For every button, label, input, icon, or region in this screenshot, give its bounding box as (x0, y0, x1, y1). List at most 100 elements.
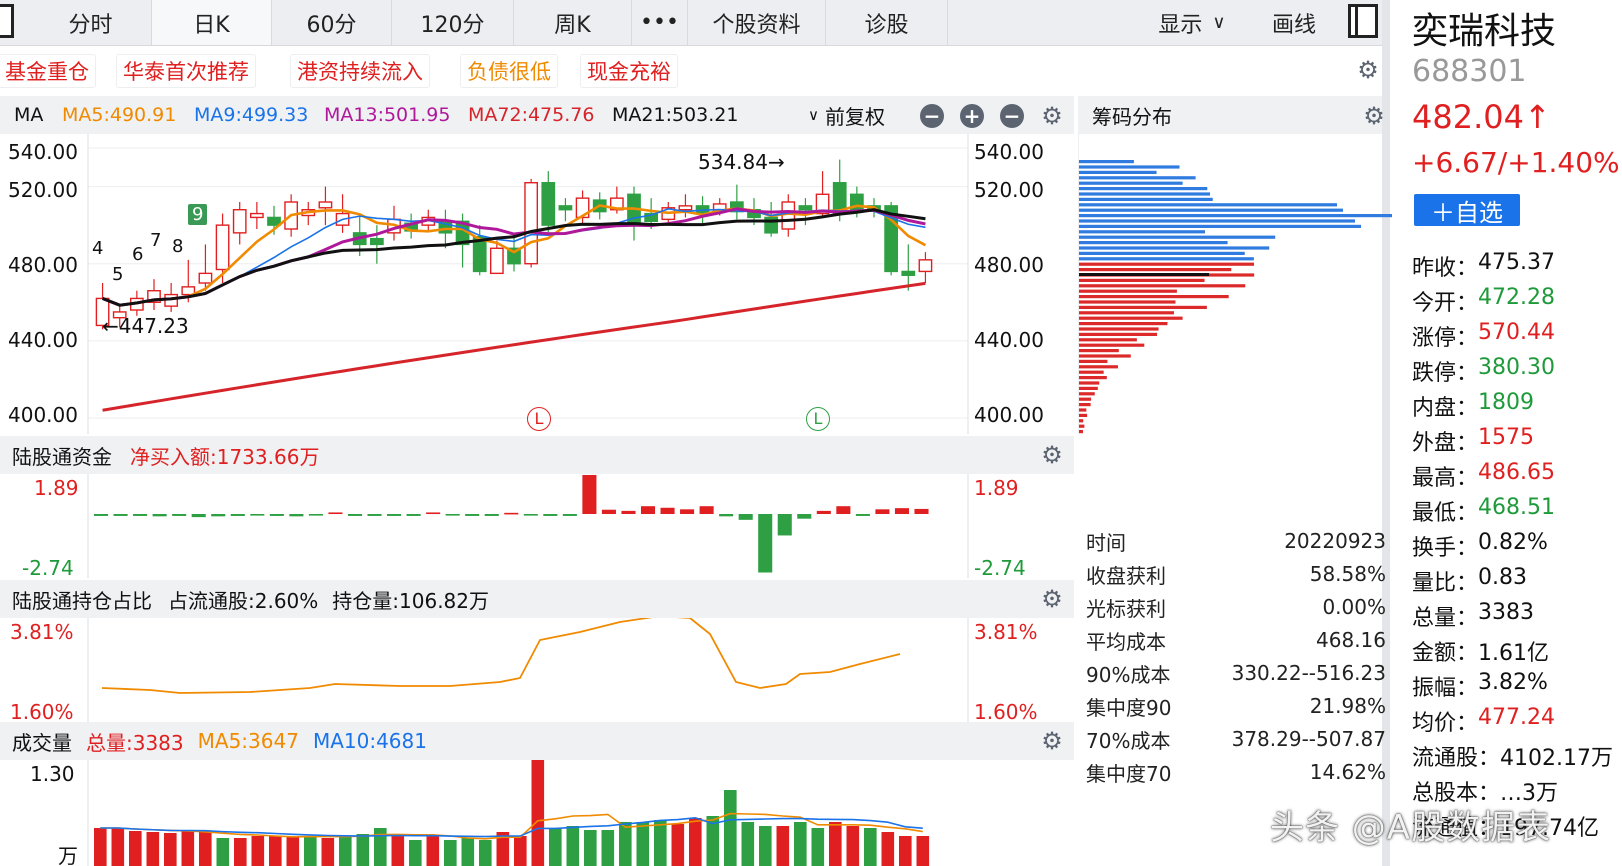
chip-bar (1079, 295, 1229, 299)
volume-bar (199, 832, 212, 866)
zoom-out-icon[interactable]: − (920, 104, 944, 128)
volume-bar (164, 833, 177, 866)
flow-bar (582, 475, 597, 514)
volume-settings-gear-icon[interactable]: ⚙ (1040, 729, 1064, 753)
y-tick-left: 480.00 (8, 253, 78, 277)
tag-low-debt[interactable]: 负债很低 (460, 54, 558, 88)
panel-toggle-icon[interactable] (0, 4, 14, 38)
flow-bar (894, 508, 909, 514)
quote-value: 3383 (1478, 600, 1535, 625)
flow-bottom-value-right: -2.74 (974, 556, 1026, 580)
period-tab-bar: 分时 日K 60分 120分 周K ••• 个股资料 诊股 显示 ∨ 画线 (0, 0, 1390, 46)
candlestick-chart[interactable] (0, 134, 1078, 434)
count-label: 7 (150, 230, 162, 251)
quote-row: 换手： 0.82% (1412, 530, 1548, 562)
volume-bar (776, 826, 790, 866)
volume-bar (251, 836, 265, 866)
adjust-dropdown[interactable]: ∨ 前复权 (808, 96, 885, 134)
display-dropdown[interactable]: 显示 ∨ (1140, 0, 1244, 45)
quote-key: 跌停： (1412, 361, 1479, 386)
chip-bar (1079, 197, 1213, 201)
volume-bar (829, 822, 842, 866)
stock-change: +6.67/+1.40% (1412, 146, 1620, 179)
quote-row: 总量： 3383 (1412, 600, 1534, 632)
tag-hk-inflow[interactable]: 港资持续流入 (290, 54, 430, 88)
volume-unit: 万 (58, 844, 78, 866)
tab-diagnosis[interactable]: 诊股 (826, 0, 948, 45)
candle-body (198, 272, 213, 284)
flow-bar (308, 514, 323, 516)
y-tick-right: 520.00 (974, 178, 1044, 202)
tab-stock-profile[interactable]: 个股资料 (688, 0, 826, 45)
volume-header: 成交量 总量:3383 MA5:3647 MA10:4681 (0, 722, 1074, 760)
candle-body (901, 270, 916, 276)
tab-120min[interactable]: 120分 (392, 0, 514, 45)
volume-bar (129, 831, 142, 866)
quote-row: 最低： 468.51 (1412, 495, 1555, 527)
northbound-flow-chart (87, 474, 969, 578)
count-label: 4 (92, 238, 104, 259)
flow-bar (562, 514, 577, 516)
zoom-in-icon[interactable]: + (960, 104, 984, 128)
chip-stat-key: 集中度70 (1086, 761, 1172, 786)
flow-bar (855, 514, 870, 516)
chip-distribution-chart (1078, 134, 1392, 434)
flow-settings-gear-icon[interactable]: ⚙ (1040, 443, 1064, 467)
hold-bottom-value: 1.60% (10, 700, 74, 724)
quote-row: 外盘： 1575 (1412, 425, 1534, 457)
chip-stat-key: 平均成本 (1086, 629, 1166, 654)
tab-weekly-k[interactable]: 周K (514, 0, 632, 45)
up-arrow-icon: ↑ (1523, 98, 1551, 136)
hold-ratio: 占流通股:2.60% (168, 588, 319, 613)
chip-bar (1079, 392, 1095, 396)
volume-bar (304, 837, 317, 866)
volume-bar (846, 826, 860, 866)
chip-bar (1079, 262, 1255, 266)
volume-bar (444, 840, 457, 866)
y-tick-right: 540.00 (974, 140, 1044, 164)
quote-value: 1.61亿 (1478, 641, 1550, 666)
chip-settings-gear-icon[interactable]: ⚙ (1362, 104, 1386, 128)
quote-value: 4102.17万 (1500, 746, 1613, 771)
hold-settings-gear-icon[interactable]: ⚙ (1040, 587, 1064, 611)
chip-stat-value: 20220923 (1284, 529, 1386, 553)
flow-bar (914, 508, 929, 514)
tab-daily-k[interactable]: 日K (152, 0, 272, 45)
quote-key: 总量： (1412, 606, 1479, 631)
tag-settings-gear-icon[interactable]: ⚙ (1356, 58, 1380, 82)
chip-stat-row: 70%成本 378.29--507.87 (1086, 724, 1386, 754)
chip-bar (1079, 214, 1392, 218)
volume-bar (339, 836, 352, 866)
tag-fund-heavy[interactable]: 基金重仓 (0, 54, 96, 88)
flow-bar (289, 514, 304, 517)
hold-top-value: 3.81% (10, 620, 74, 644)
chip-bar (1079, 365, 1118, 369)
chip-bar (1079, 408, 1087, 412)
quote-key: 外盘： (1412, 431, 1479, 456)
quote-row: 昨收： 475.37 (1412, 250, 1555, 282)
tag-cash-rich[interactable]: 现金充裕 (580, 54, 678, 88)
tag-huatai-first[interactable]: 华泰首次推荐 (116, 54, 256, 88)
chip-bar (1079, 327, 1159, 331)
volume-bar (881, 832, 895, 866)
flow-bar (738, 514, 753, 520)
candle-body (267, 216, 281, 226)
count-label: 6 (132, 244, 144, 265)
chip-stat-row: 光标获利 0.00% (1086, 592, 1386, 622)
more-tabs-icon[interactable]: ••• (632, 0, 688, 45)
minimize-icon[interactable]: − (1000, 104, 1024, 128)
flow-bar (660, 507, 675, 514)
add-watchlist-button[interactable]: ＋自选 (1414, 194, 1520, 227)
candle-body (318, 201, 333, 209)
tab-60min[interactable]: 60分 (272, 0, 392, 45)
volume-bar (601, 830, 615, 866)
chip-stat-key: 光标获利 (1086, 596, 1166, 621)
quote-key: 最高： (1412, 466, 1479, 491)
stock-code: 688301 (1412, 54, 1527, 89)
tab-intraday[interactable]: 分时 (30, 0, 152, 45)
sidebar-toggle-icon[interactable] (1348, 4, 1378, 38)
chart-settings-gear-icon[interactable]: ⚙ (1040, 104, 1064, 128)
volume-bar (724, 790, 737, 866)
stock-name: 奕瑞科技 (1412, 11, 1557, 52)
draw-line-button[interactable]: 画线 (1254, 0, 1334, 45)
